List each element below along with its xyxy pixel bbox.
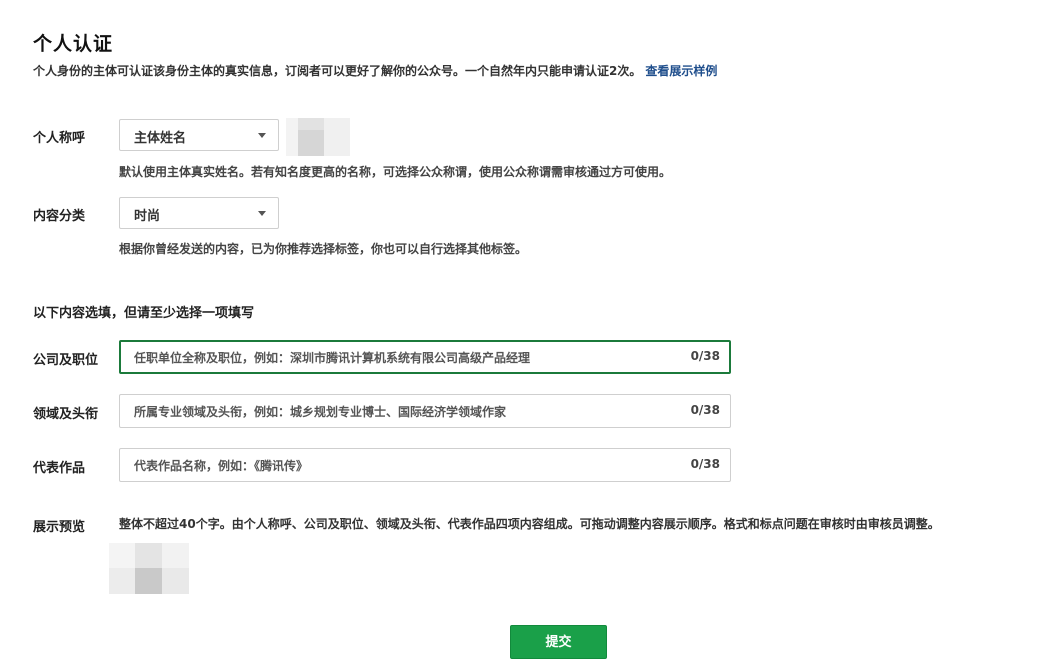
personal-title-select[interactable]: 主体姓名 xyxy=(119,119,279,151)
representative-works-input[interactable]: 代表作品名称，例如：《腾讯传》 0/38 xyxy=(119,448,731,482)
preview-label: 展示预览 xyxy=(33,520,86,535)
personal-verification-page: 个人认证 个人身份的主体可认证该身份主体的真实信息，订阅者可以更好了解你的公众号… xyxy=(0,0,1040,661)
representative-works-counter: 0/38 xyxy=(690,457,720,471)
optional-fields-note: 以下内容选填，但请至少选择一项填写 xyxy=(33,306,255,321)
content-category-selected: 时尚 xyxy=(134,209,161,224)
field-title-placeholder: 所属专业领域及头衔，例如：城乡规划专业博士、国际经济学领域作家 xyxy=(134,405,507,419)
field-title-label: 领域及头衔 xyxy=(33,407,99,422)
blurred-name-preview xyxy=(286,118,350,156)
page-description: 个人身份的主体可认证该身份主体的真实信息，订阅者可以更好了解你的公众号。一个自然… xyxy=(33,62,717,79)
company-position-placeholder: 任职单位全称及职位，例如：深圳市腾讯计算机系统有限公司高级产品经理 xyxy=(134,351,531,365)
company-position-counter: 0/38 xyxy=(690,349,720,363)
description-text: 个人身份的主体可认证该身份主体的真实信息，订阅者可以更好了解你的公众号。一个自然… xyxy=(33,64,642,78)
chevron-down-icon xyxy=(258,133,266,138)
personal-title-selected: 主体姓名 xyxy=(134,131,187,146)
company-position-label: 公司及职位 xyxy=(33,353,99,368)
company-position-input[interactable]: 任职单位全称及职位，例如：深圳市腾讯计算机系统有限公司高级产品经理 0/38 xyxy=(119,340,731,374)
content-category-select[interactable]: 时尚 xyxy=(119,197,279,229)
representative-works-label: 代表作品 xyxy=(33,461,86,476)
personal-title-hint: 默认使用主体真实姓名。若有知名度更高的名称，可选择公众称谓，使用公众称谓需审核通… xyxy=(119,165,672,179)
field-title-counter: 0/38 xyxy=(690,403,720,417)
personal-title-label: 个人称呼 xyxy=(33,131,86,146)
content-category-hint: 根据你曾经发送的内容，已为你推荐选择标签，你也可以自行选择其他标签。 xyxy=(119,242,528,256)
chevron-down-icon xyxy=(258,211,266,216)
representative-works-placeholder: 代表作品名称，例如：《腾讯传》 xyxy=(134,459,309,473)
page-title: 个人认证 xyxy=(33,33,114,55)
content-category-label: 内容分类 xyxy=(33,209,86,224)
submit-button[interactable]: 提交 xyxy=(510,625,607,659)
blurred-preview-image xyxy=(109,543,189,594)
field-title-input[interactable]: 所属专业领域及头衔，例如：城乡规划专业博士、国际经济学领域作家 0/38 xyxy=(119,394,731,428)
view-sample-link[interactable]: 查看展示样例 xyxy=(645,64,717,78)
preview-description: 整体不超过40个字。由个人称呼、公司及职位、领域及头衔、代表作品四项内容组成。可… xyxy=(119,517,940,531)
